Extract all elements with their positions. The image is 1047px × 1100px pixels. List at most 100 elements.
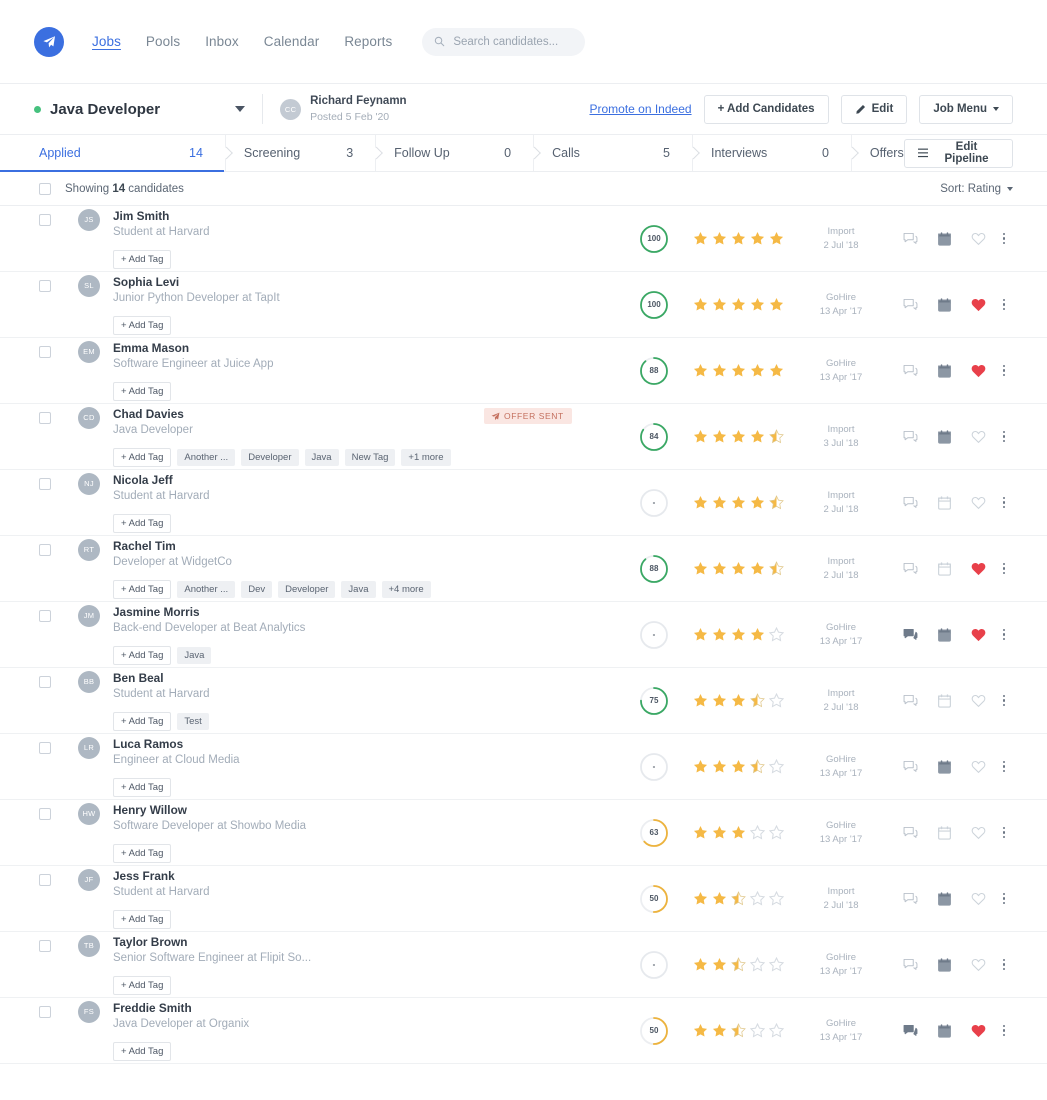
star-half-icon[interactable] — [769, 495, 784, 510]
chat-icon[interactable] — [893, 364, 927, 378]
nav-link-reports[interactable]: Reports — [344, 34, 392, 49]
candidate-tag[interactable]: Test — [177, 713, 209, 731]
star-half-icon[interactable] — [731, 1023, 746, 1038]
star-empty-icon[interactable] — [769, 825, 784, 840]
star-rating[interactable] — [693, 759, 789, 774]
candidate-name[interactable]: Taylor Brown — [113, 934, 311, 951]
score-ring[interactable]: 50 — [639, 1016, 669, 1046]
score-ring[interactable]: 50 — [639, 884, 669, 914]
nav-link-inbox[interactable]: Inbox — [205, 34, 239, 49]
score-ring[interactable]: - — [639, 950, 669, 980]
calendar-icon[interactable] — [927, 693, 961, 708]
heart-icon[interactable] — [961, 364, 995, 378]
chat-icon[interactable] — [893, 826, 927, 840]
candidate-name[interactable]: Rachel Tim — [113, 538, 431, 555]
calendar-icon[interactable] — [927, 891, 961, 906]
star-full-icon[interactable] — [731, 627, 746, 642]
star-full-icon[interactable] — [693, 627, 708, 642]
candidate-name[interactable]: Freddie Smith — [113, 1000, 249, 1017]
chat-icon[interactable] — [893, 1024, 927, 1038]
star-rating[interactable] — [693, 1023, 789, 1038]
star-full-icon[interactable] — [750, 627, 765, 642]
calendar-icon[interactable] — [927, 759, 961, 774]
star-full-icon[interactable] — [731, 495, 746, 510]
star-rating[interactable] — [693, 297, 789, 312]
calendar-icon[interactable] — [927, 429, 961, 444]
candidate-row-checkbox[interactable] — [39, 411, 51, 424]
candidate-tag[interactable]: Developer — [241, 449, 299, 467]
star-rating[interactable] — [693, 627, 789, 642]
pipeline-stage-calls[interactable]: Calls 5 — [534, 135, 700, 171]
row-more-options-button[interactable] — [995, 826, 1013, 839]
pipeline-stage-applied[interactable]: Applied 14 — [0, 135, 233, 172]
candidate-row[interactable]: JF Jess Frank Student at Harvard + Add T… — [0, 866, 1047, 932]
star-full-icon[interactable] — [750, 297, 765, 312]
candidate-row-checkbox[interactable] — [39, 873, 51, 886]
candidate-tag[interactable]: Developer — [278, 581, 336, 599]
pipeline-stage-offers[interactable]: Offers — [852, 135, 904, 171]
score-ring[interactable]: 88 — [639, 554, 669, 584]
heart-icon[interactable] — [961, 232, 995, 246]
candidate-name[interactable]: Luca Ramos — [113, 736, 240, 753]
calendar-icon[interactable] — [927, 495, 961, 510]
star-full-icon[interactable] — [712, 363, 727, 378]
add-tag-button[interactable]: + Add Tag — [113, 844, 172, 864]
star-full-icon[interactable] — [712, 495, 727, 510]
star-full-icon[interactable] — [731, 759, 746, 774]
star-half-icon[interactable] — [769, 429, 784, 444]
edit-pipeline-button[interactable]: Edit Pipeline — [903, 138, 1013, 168]
paper-plane-logo-icon[interactable] — [34, 26, 64, 57]
star-half-icon[interactable] — [769, 561, 784, 576]
candidate-row-checkbox[interactable] — [39, 807, 51, 820]
star-full-icon[interactable] — [693, 429, 708, 444]
candidate-name[interactable]: Jim Smith — [113, 208, 210, 225]
candidate-tag[interactable]: Java — [341, 581, 376, 599]
search-candidates-box[interactable] — [422, 27, 586, 56]
star-full-icon[interactable] — [693, 363, 708, 378]
add-tag-button[interactable]: + Add Tag — [113, 316, 172, 336]
candidate-row-checkbox[interactable] — [39, 213, 51, 226]
star-half-icon[interactable] — [731, 891, 746, 906]
star-full-icon[interactable] — [769, 363, 784, 378]
star-rating[interactable] — [693, 363, 789, 378]
star-full-icon[interactable] — [712, 759, 727, 774]
heart-icon[interactable] — [961, 826, 995, 840]
star-half-icon[interactable] — [750, 693, 765, 708]
heart-icon[interactable] — [961, 628, 995, 642]
star-full-icon[interactable] — [731, 825, 746, 840]
star-full-icon[interactable] — [693, 759, 708, 774]
candidate-tag[interactable]: Dev — [241, 581, 273, 599]
edit-button[interactable]: Edit — [840, 94, 908, 124]
job-selector[interactable]: Java Developer — [34, 101, 246, 118]
candidate-tag[interactable]: Java — [177, 647, 212, 665]
star-full-icon[interactable] — [750, 495, 765, 510]
candidate-tag[interactable]: +1 more — [401, 449, 451, 467]
row-more-options-button[interactable] — [995, 760, 1013, 773]
heart-icon[interactable] — [961, 694, 995, 708]
star-full-icon[interactable] — [693, 825, 708, 840]
chat-icon[interactable] — [893, 958, 927, 972]
star-full-icon[interactable] — [750, 561, 765, 576]
add-tag-button[interactable]: + Add Tag — [113, 448, 172, 468]
calendar-icon[interactable] — [927, 825, 961, 840]
candidate-row[interactable]: JM Jasmine Morris Back-end Developer at … — [0, 602, 1047, 668]
heart-icon[interactable] — [961, 892, 995, 906]
chat-icon[interactable] — [893, 760, 927, 774]
star-empty-icon[interactable] — [769, 693, 784, 708]
star-full-icon[interactable] — [693, 495, 708, 510]
row-more-options-button[interactable] — [995, 232, 1013, 245]
score-ring[interactable]: 88 — [639, 356, 669, 386]
star-full-icon[interactable] — [712, 627, 727, 642]
candidate-row-checkbox[interactable] — [39, 741, 51, 754]
chevron-down-icon[interactable] — [235, 106, 246, 112]
score-ring[interactable]: - — [639, 488, 669, 518]
add-tag-button[interactable]: + Add Tag — [113, 976, 172, 996]
add-tag-button[interactable]: + Add Tag — [113, 910, 172, 930]
candidate-row[interactable]: HW Henry Willow Software Developer at Sh… — [0, 800, 1047, 866]
chat-icon[interactable] — [893, 298, 927, 312]
star-half-icon[interactable] — [750, 759, 765, 774]
candidate-row-checkbox[interactable] — [39, 675, 51, 688]
star-rating[interactable] — [693, 693, 789, 708]
star-full-icon[interactable] — [712, 297, 727, 312]
pipeline-stage-follow-up[interactable]: Follow Up 0 — [376, 135, 541, 171]
